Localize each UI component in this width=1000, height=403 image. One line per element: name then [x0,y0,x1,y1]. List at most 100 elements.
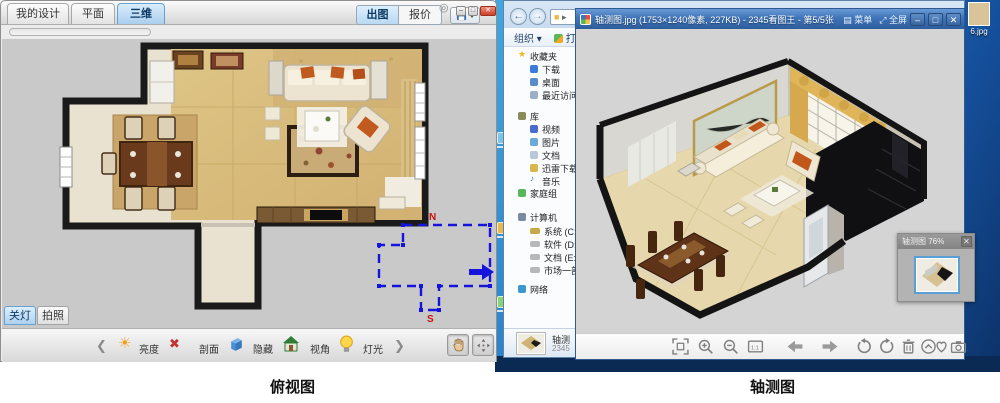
sofa[interactable] [284,65,370,101]
network-icon [518,285,526,293]
sidebar-item-documents[interactable]: 文档 [542,149,560,162]
navigator-thumbnail[interactable] [914,256,960,294]
hide-cube-icon[interactable] [228,336,245,353]
lights-label[interactable]: 灯光 [363,341,383,356]
drive-c-icon [530,228,540,234]
sidebar-item-network[interactable]: 网络 [530,283,548,296]
window-left [60,147,72,187]
lights-bulb-icon[interactable] [339,335,354,354]
tab-lights-off[interactable]: 关灯 [4,306,36,325]
view-angle-label[interactable]: 视角 [310,341,330,356]
gear-icon[interactable]: ◎ [439,1,449,14]
pan-hand-button[interactable] [447,334,469,356]
zoom-in-icon[interactable] [697,338,714,355]
minimize-button[interactable]: – [456,6,466,16]
navigator-panel[interactable]: 轴测图 76% ✕ [897,233,975,302]
viewer-maximize-button[interactable]: □ [928,13,943,26]
delete-icon[interactable] [900,338,917,355]
star-icon: ★ [518,49,526,60]
window-right [415,83,425,179]
back-button[interactable]: ← [510,8,527,25]
back-arrow-icon: ← [514,11,524,22]
sidebar-item-homegroup[interactable]: 家庭组 [530,187,557,200]
favorite-heart-icon[interactable] [933,338,950,355]
viewer-titlebar[interactable]: 轴测图.jpg (1753×1240像素, 227KB) - 2345看图王 -… [576,9,964,29]
desktop-icon-6jpg[interactable]: 6.jpg [966,2,992,36]
downloads-icon [530,65,538,73]
tab-plan-2d[interactable]: 平面 [71,3,115,24]
viewer-close-button[interactable]: ✕ [946,13,961,26]
section-x-icon[interactable]: ✖ [169,336,180,352]
sidebar-item-downloads[interactable]: 下载 [542,63,560,76]
photo-viewer-window: 轴测图.jpg (1753×1240像素, 227KB) - 2345看图王 -… [575,8,965,360]
pictures-icon [530,138,538,146]
image-file-thumbnail [968,2,990,26]
actual-size-icon[interactable]: 1:1 [747,338,764,355]
desktop-icon-label: 6.jpg [966,27,992,36]
previous-image-icon[interactable] [784,338,806,355]
tab-3d[interactable]: 三维 [117,3,165,24]
navigator-thumbnail-image [917,259,957,291]
outline-vertex-handles[interactable] [377,223,492,312]
hide-label[interactable]: 隐藏 [253,341,273,356]
bottom-toolbar: ❮ ☀ 亮度 ✖ 剖面 隐藏 视角 灯光 ❯ [2,328,496,362]
ottoman[interactable] [265,107,280,120]
sidebar-item-thunder[interactable]: 迅雷下载 [542,162,578,175]
fullscreen-button[interactable]: ⤢ 全屏 [879,13,907,26]
brightness-label[interactable]: 亮度 [139,341,159,356]
zoom-out-icon[interactable] [722,338,739,355]
libraries-icon [518,112,526,120]
videos-icon [530,125,538,133]
viewer-toolbar: 1:1 [576,333,964,359]
viewer-app-icon [554,34,563,43]
bench[interactable] [379,197,405,209]
file-thumbnail [516,332,546,355]
navigator-close-icon[interactable]: ✕ [961,236,972,247]
folder-icon: ■ [554,12,559,22]
snapshot-camera-icon[interactable] [950,338,967,355]
section-label[interactable]: 剖面 [199,341,219,356]
sidebar-item-computer[interactable]: 计算机 [530,211,557,224]
computer-icon [518,213,526,221]
compass-south-label: S [427,314,434,325]
view-angle-house-icon[interactable] [282,335,300,353]
table-runner [147,142,167,186]
tab-my-design[interactable]: 我的设计 [7,3,69,24]
forward-button[interactable]: → [529,8,546,25]
maximize-button[interactable]: □ [468,6,478,16]
sidebar-item-pictures[interactable]: 图片 [542,136,560,149]
documents-icon [530,151,538,159]
viewer-title: 轴测图.jpg (1753×1240像素, 227KB) - 2345看图王 -… [595,13,836,26]
fit-view-icon[interactable] [672,338,689,355]
next-image-icon[interactable] [819,338,841,355]
file-thumbnail-image [518,334,544,353]
menu-button[interactable]: ▤ 菜单 [843,13,872,26]
view-slider-track[interactable] [9,28,151,36]
drive-d-icon [530,241,540,247]
rotate-right-icon[interactable] [878,338,895,355]
tab-snapshot[interactable]: 拍照 [37,306,69,325]
brightness-sun-icon[interactable]: ☀ [118,334,131,352]
side-table[interactable] [269,61,283,95]
move-arrows-icon [477,339,490,352]
sidebar-item-drive-e[interactable]: 文档 (E:) [544,251,579,264]
toolbar-scroll-left[interactable]: ❮ [96,338,107,354]
side-table[interactable] [371,61,387,99]
ottoman[interactable] [265,127,280,140]
sidebar-item-videos[interactable]: 视频 [542,123,560,136]
drive-e-icon [530,254,540,260]
quote-button[interactable]: 报价 [399,5,442,25]
sidebar-item-desktop[interactable]: 桌面 [542,76,560,89]
sidebar-item-favorites[interactable]: 收藏夹 [530,50,557,63]
organize-button[interactable]: 组织 ▾ [514,30,542,45]
toolbar-scroll-right[interactable]: ❯ [394,338,405,354]
rotate-left-icon[interactable] [856,338,873,355]
viewer-minimize-button[interactable]: – [910,13,925,26]
export-image-button[interactable]: 出图 [356,5,399,25]
coffee-table[interactable] [305,111,339,141]
sidebar-item-libraries[interactable]: 库 [530,110,539,123]
close-button[interactable]: ✕ [480,6,496,16]
plan-outline-overlay[interactable]: N S [377,212,494,325]
desktop-icon [530,78,538,86]
move-view-button[interactable] [472,334,494,356]
